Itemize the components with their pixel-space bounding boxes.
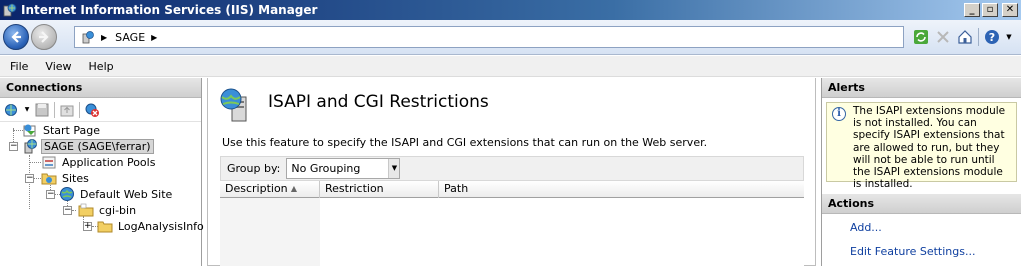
connections-tree: − − − − + Start Page SAGE (SAGE\ferrar) … (0, 122, 204, 262)
expand-loganalysisinfo-toggle[interactable]: + (83, 222, 92, 231)
folder-icon (78, 202, 94, 218)
tree-item-cgi-bin[interactable]: cgi-bin (78, 202, 138, 218)
iis-app-icon (3, 3, 17, 17)
help-dropdown-icon[interactable]: ▼ (1005, 28, 1013, 46)
up-level-icon[interactable] (58, 101, 76, 119)
edit-feature-settings-link[interactable]: Edit Feature Settings... (822, 243, 1021, 261)
alert-message: The ISAPI extensions module is not insta… (853, 105, 1006, 191)
delete-connection-icon[interactable] (83, 101, 101, 119)
alerts-header: Alerts (822, 78, 1021, 98)
connections-pane: Connections ▼ − − − − + Start Page SAGE … (0, 78, 204, 266)
column-path[interactable]: Path (439, 181, 804, 198)
toolbar-divider (54, 101, 55, 118)
tree-item-sites[interactable]: Sites (41, 170, 91, 186)
connections-header: Connections (0, 78, 201, 98)
actions-header: Actions (822, 194, 1021, 214)
tree-item-label: SAGE (SAGE\ferrar) (41, 138, 154, 154)
address-toolbar: ▶ SAGE ▶ ? ▼ (0, 20, 1021, 55)
list-header: Description ▲ Restriction Path (220, 181, 804, 198)
connect-icon[interactable] (3, 101, 21, 119)
save-icon[interactable] (33, 101, 51, 119)
forward-arrow-icon (39, 31, 49, 43)
breadcrumb-arrow-icon[interactable]: ▶ (101, 33, 107, 42)
tree-item-label: Sites (62, 171, 89, 185)
close-button[interactable]: ✕ (1002, 3, 1018, 17)
sort-ascending-icon: ▲ (290, 184, 297, 193)
collapse-sites-toggle[interactable]: − (25, 174, 34, 183)
feature-title: ISAPI and CGI Restrictions (268, 92, 489, 112)
chevron-down-icon[interactable]: ▼ (388, 159, 400, 178)
info-icon: i (832, 107, 846, 121)
server-icon (22, 138, 38, 154)
back-arrow-icon (11, 31, 21, 43)
menu-file[interactable]: File (3, 60, 35, 73)
breadcrumb-arrow-icon[interactable]: ▶ (151, 33, 157, 42)
window-title: Internet Information Services (IIS) Mana… (21, 3, 318, 17)
app-pools-icon (41, 154, 57, 170)
tree-item-application-pools[interactable]: Application Pools (41, 154, 157, 170)
minimize-button[interactable]: _ (964, 3, 980, 17)
forward-button[interactable] (31, 24, 57, 50)
start-page-icon (22, 122, 38, 138)
tree-item-label: cgi-bin (99, 203, 137, 217)
feature-description: Use this feature to specify the ISAPI an… (222, 136, 708, 149)
column-label: Path (444, 182, 469, 195)
refresh-icon[interactable] (912, 28, 930, 46)
tree-item-label: Application Pools (62, 155, 156, 169)
group-by-bar: Group by: No Grouping ▼ (220, 156, 804, 181)
tree-item-label: Default Web Site (80, 187, 173, 201)
sorted-column-shade (220, 198, 320, 266)
column-restriction[interactable]: Restriction (320, 181, 439, 198)
tree-item-default-web-site[interactable]: Default Web Site (59, 186, 174, 202)
add-action-link[interactable]: Add... (822, 219, 1021, 237)
tree-item-start-page[interactable]: Start Page (22, 122, 102, 138)
back-button[interactable] (3, 24, 29, 50)
help-icon[interactable]: ? (983, 28, 1001, 46)
menu-help[interactable]: Help (82, 60, 121, 73)
actions-pane: Alerts i The ISAPI extensions module is … (821, 78, 1021, 266)
tree-item-server[interactable]: SAGE (SAGE\ferrar) (22, 138, 154, 154)
column-label: Description (225, 182, 288, 195)
connections-toolbar: ▼ (0, 98, 201, 122)
globe-icon (59, 186, 75, 202)
folder-icon (97, 218, 113, 234)
collapse-cgi-bin-toggle[interactable]: − (63, 206, 72, 215)
sites-icon (41, 170, 57, 186)
isapi-cgi-feature-icon (220, 88, 247, 122)
stop-icon[interactable] (934, 28, 952, 46)
group-by-select[interactable]: No Grouping ▼ (286, 158, 401, 179)
connect-dropdown-icon[interactable]: ▼ (24, 101, 30, 119)
collapse-server-toggle[interactable]: − (9, 142, 18, 151)
tree-item-label: LogAnalysisInfo (118, 219, 204, 233)
title-bar: Internet Information Services (IIS) Mana… (0, 0, 1021, 20)
group-by-value: No Grouping (291, 162, 361, 175)
restore-button[interactable]: ▫ (982, 3, 998, 17)
restrictions-list[interactable] (220, 198, 804, 266)
column-label: Restriction (325, 182, 384, 195)
tree-item-label: Start Page (43, 123, 100, 137)
column-description[interactable]: Description ▲ (220, 181, 320, 198)
menu-view[interactable]: View (38, 60, 78, 73)
menu-bar: File View Help (0, 56, 1021, 77)
tree-item-loganalysisinfo[interactable]: LogAnalysisInfo (97, 218, 206, 234)
home-icon[interactable] (956, 28, 974, 46)
toolbar-divider (79, 101, 80, 118)
address-bar[interactable]: ▶ SAGE ▶ (74, 26, 904, 48)
server-node-icon (82, 31, 94, 44)
toolbar-divider (978, 28, 979, 46)
collapse-default-site-toggle[interactable]: − (46, 190, 55, 199)
svg-text:?: ? (989, 31, 995, 44)
feature-pane: ISAPI and CGI Restrictions Use this feat… (207, 78, 816, 266)
alert-message-box: i The ISAPI extensions module is not ins… (826, 102, 1017, 190)
breadcrumb-sage[interactable]: SAGE (115, 31, 145, 44)
group-by-label: Group by: (227, 162, 281, 175)
